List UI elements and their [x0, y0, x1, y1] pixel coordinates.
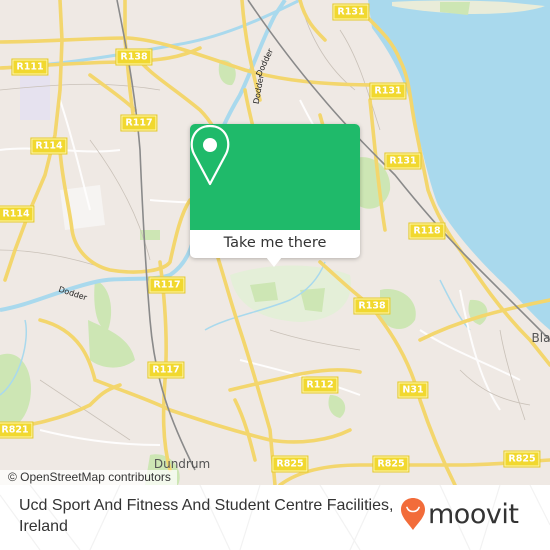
- road-label-n31: N31: [397, 381, 429, 399]
- road-label-r138: R138: [115, 48, 153, 66]
- road-label-r825: R825: [271, 455, 309, 473]
- place-label-blackrock: Bla: [531, 331, 550, 345]
- park-area: [468, 299, 488, 325]
- road-label-r825: R825: [503, 450, 541, 468]
- road-label-r825: R825: [372, 455, 410, 473]
- map-pin-icon: [190, 124, 230, 186]
- road-label-r111: R111: [11, 58, 49, 76]
- moovit-wordmark: moovit: [428, 498, 519, 530]
- park-area: [250, 282, 278, 302]
- road-label-r138: R138: [353, 297, 391, 315]
- road-label-r117: R117: [147, 361, 185, 379]
- map-view[interactable]: R131 R111 R138 R131 R117 R114 R131 R114 …: [0, 0, 550, 485]
- popup-pointer: [266, 257, 282, 267]
- road-label-r114: R114: [30, 137, 68, 155]
- road-label-r112: R112: [301, 376, 339, 394]
- location-popup: Take me there: [190, 124, 360, 267]
- road-label-r131-top: R131: [332, 3, 370, 21]
- road-label-r117: R117: [148, 276, 186, 294]
- park-area: [140, 230, 160, 240]
- park-area: [328, 395, 346, 418]
- moovit-pin-smile-icon: [401, 498, 425, 530]
- road-label-r114: R114: [0, 205, 35, 223]
- road-label-r821: R821: [0, 421, 34, 439]
- take-me-there-button[interactable]: Take me there: [190, 230, 360, 258]
- place-label-dundrum: Dundrum: [153, 457, 211, 471]
- purple-area: [20, 75, 50, 120]
- popup-header: [190, 124, 360, 230]
- park-area: [94, 280, 112, 330]
- road-label-r118: R118: [408, 222, 446, 240]
- footer: Ucd Sport And Fitness And Student Centre…: [0, 485, 550, 550]
- place-title: Ucd Sport And Fitness And Student Centre…: [19, 497, 394, 535]
- road-label-r131: R131: [369, 82, 407, 100]
- road-label-r117: R117: [120, 114, 158, 132]
- road-label-r131: R131: [384, 152, 422, 170]
- map-attribution: © OpenStreetMap contributors: [0, 470, 177, 485]
- moovit-logo[interactable]: moovit: [400, 496, 519, 532]
- park-area: [88, 320, 135, 368]
